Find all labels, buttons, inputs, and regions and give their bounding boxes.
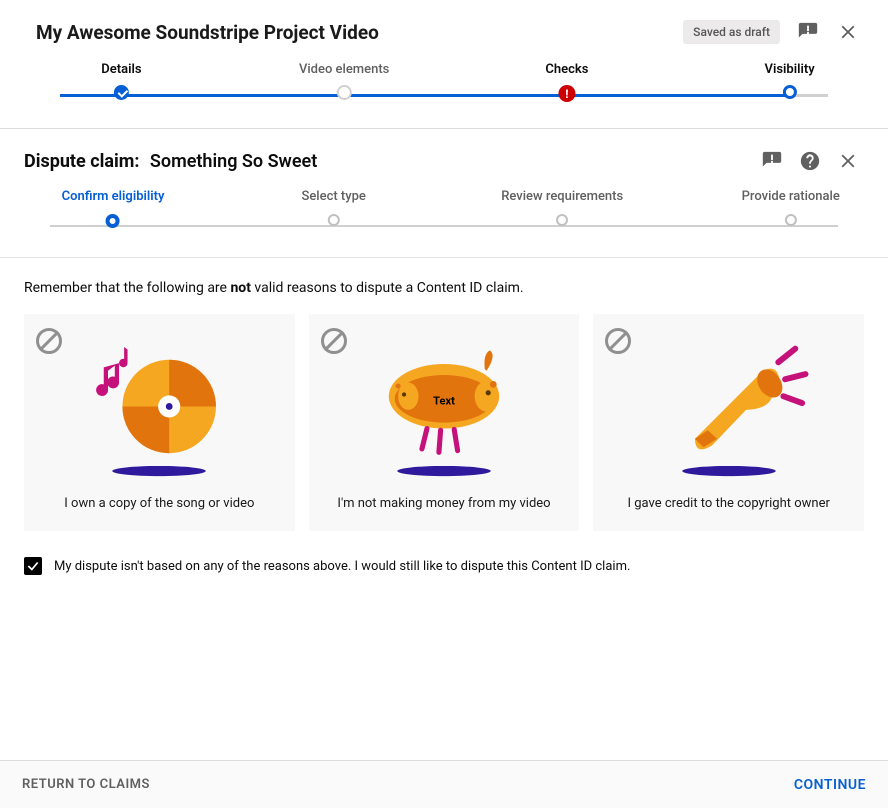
footer-bar: RETURN TO CLAIMS CONTINUE	[0, 760, 888, 808]
step-label: Visibility	[765, 62, 815, 77]
upload-step-visibility[interactable]: Visibility	[765, 62, 815, 99]
dispute-step-confirm-eligibility[interactable]: Confirm eligibility	[62, 189, 165, 228]
acknowledge-label: My dispute isn't based on any of the rea…	[54, 559, 630, 574]
feedback-icon[interactable]	[796, 20, 820, 44]
header-actions: Saved as draft	[683, 20, 860, 44]
prohibit-icon	[321, 328, 347, 354]
card-caption: I gave credit to the copyright owner	[627, 496, 829, 511]
dispute-title-song: Something So Sweet	[150, 151, 317, 172]
step-dot	[783, 85, 797, 99]
upload-header: My Awesome Soundstripe Project Video Sav…	[0, 0, 888, 56]
step-label: Details	[101, 62, 141, 77]
reminder-pre: Remember that the following are	[24, 280, 230, 296]
stepper-track-active	[60, 94, 790, 97]
invalid-reason-cards: I own a copy of the song or video Text I…	[24, 314, 864, 531]
dispute-step-label: Select type	[301, 189, 365, 204]
dispute-content: Remember that the following are not vali…	[0, 258, 888, 575]
dispute-step-select-type[interactable]: Select type	[301, 189, 365, 226]
step-dot	[337, 85, 352, 100]
upload-step-checks[interactable]: Checks!	[545, 62, 588, 102]
dispute-step-dot	[106, 214, 120, 228]
close-icon[interactable]	[836, 20, 860, 44]
step-label: Checks	[545, 62, 588, 77]
acknowledge-row: My dispute isn't based on any of the rea…	[24, 557, 864, 575]
upload-stepper: Details Video elements Checks! Visibility	[60, 62, 828, 112]
dispute-step-dot	[785, 214, 797, 226]
invalid-reason-card: I gave credit to the copyright owner	[593, 314, 864, 531]
help-icon[interactable]	[798, 149, 822, 173]
reminder-text: Remember that the following are not vali…	[24, 280, 864, 296]
project-title: My Awesome Soundstripe Project Video	[36, 21, 379, 44]
dispute-step-provide-rationale[interactable]: Provide rationale	[742, 189, 840, 226]
svg-text:Text: Text	[433, 395, 455, 408]
prohibit-icon	[36, 328, 62, 354]
step-dot: !	[558, 85, 575, 102]
saved-draft-badge: Saved as draft	[683, 20, 780, 44]
close-icon[interactable]	[836, 149, 860, 173]
dispute-step-review-requirements[interactable]: Review requirements	[501, 189, 623, 226]
dispute-step-label: Provide rationale	[742, 189, 840, 204]
reminder-post: valid reasons to dispute a Content ID cl…	[251, 280, 524, 296]
card-caption: I'm not making money from my video	[337, 496, 550, 511]
dispute-header: Dispute claim: Something So Sweet	[0, 145, 888, 173]
dispute-step-dot	[556, 214, 568, 226]
dispute-step-label: Review requirements	[501, 189, 623, 204]
acknowledge-checkbox[interactable]	[24, 557, 42, 575]
feedback-icon[interactable]	[760, 149, 784, 173]
disc-music-illustration	[74, 334, 244, 484]
return-to-claims-button[interactable]: RETURN TO CLAIMS	[22, 777, 150, 792]
piggy-bank-illustration: Text	[359, 334, 529, 484]
step-dot	[114, 85, 129, 100]
step-label: Video elements	[299, 62, 389, 77]
invalid-reason-card: I own a copy of the song or video	[24, 314, 295, 531]
upload-step-video-elements[interactable]: Video elements	[299, 62, 389, 100]
continue-button[interactable]: CONTINUE	[794, 777, 866, 793]
dispute-header-icons	[760, 149, 860, 173]
dispute-step-dot	[328, 214, 340, 226]
megaphone-illustration	[644, 334, 814, 484]
dispute-stepper: Confirm eligibility Select type Review req…	[50, 189, 838, 243]
dispute-title: Dispute claim: Something So Sweet	[24, 151, 317, 172]
dispute-title-prefix: Dispute claim:	[24, 151, 139, 172]
dispute-step-label: Confirm eligibility	[62, 189, 165, 204]
invalid-reason-card: Text I'm not making money from my video	[309, 314, 580, 531]
upload-step-details[interactable]: Details	[101, 62, 141, 100]
card-caption: I own a copy of the song or video	[64, 496, 254, 511]
prohibit-icon	[605, 328, 631, 354]
dispute-panel: Dispute claim: Something So Sweet Confir…	[0, 128, 888, 575]
reminder-bold: not	[230, 280, 251, 296]
dispute-stepper-track	[50, 225, 838, 227]
